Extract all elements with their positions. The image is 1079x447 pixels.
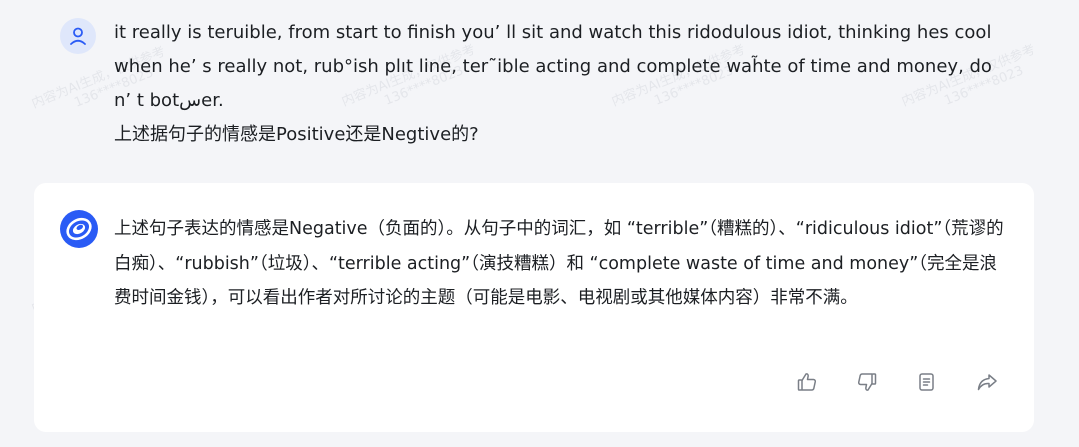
user-message-line: it really is teruible, from start to fin…	[114, 22, 992, 43]
thumbs-down-icon[interactable]	[856, 371, 878, 393]
assistant-message-card: 上述句子表达的情感是Negative（负面的）。从句子中的词汇，如 “terri…	[34, 183, 1034, 432]
share-icon[interactable]	[976, 371, 998, 393]
chat-page: 内容为AI生成，仅供参考 136****8023 内容为AI生成，仅供参考 136*…	[0, 0, 1079, 447]
assistant-logo-icon	[60, 210, 98, 248]
user-message-line: when he’ s really not, rub°ish plıt line…	[114, 56, 992, 77]
copy-icon[interactable]	[916, 371, 938, 393]
assistant-message-text: 上述句子表达的情感是Negative（负面的）。从句子中的词汇，如 “terri…	[114, 219, 1004, 308]
user-icon	[70, 27, 86, 45]
user-message-line: n’ t botسer.	[114, 90, 224, 111]
message-actions	[796, 371, 998, 393]
thumbs-up-icon[interactable]	[796, 371, 818, 393]
user-avatar	[60, 18, 96, 54]
user-message-text: it really is teruible, from start to fin…	[114, 16, 1014, 152]
user-message-question: 上述据句子的情感是Positive还是Negtive的?	[114, 124, 479, 145]
